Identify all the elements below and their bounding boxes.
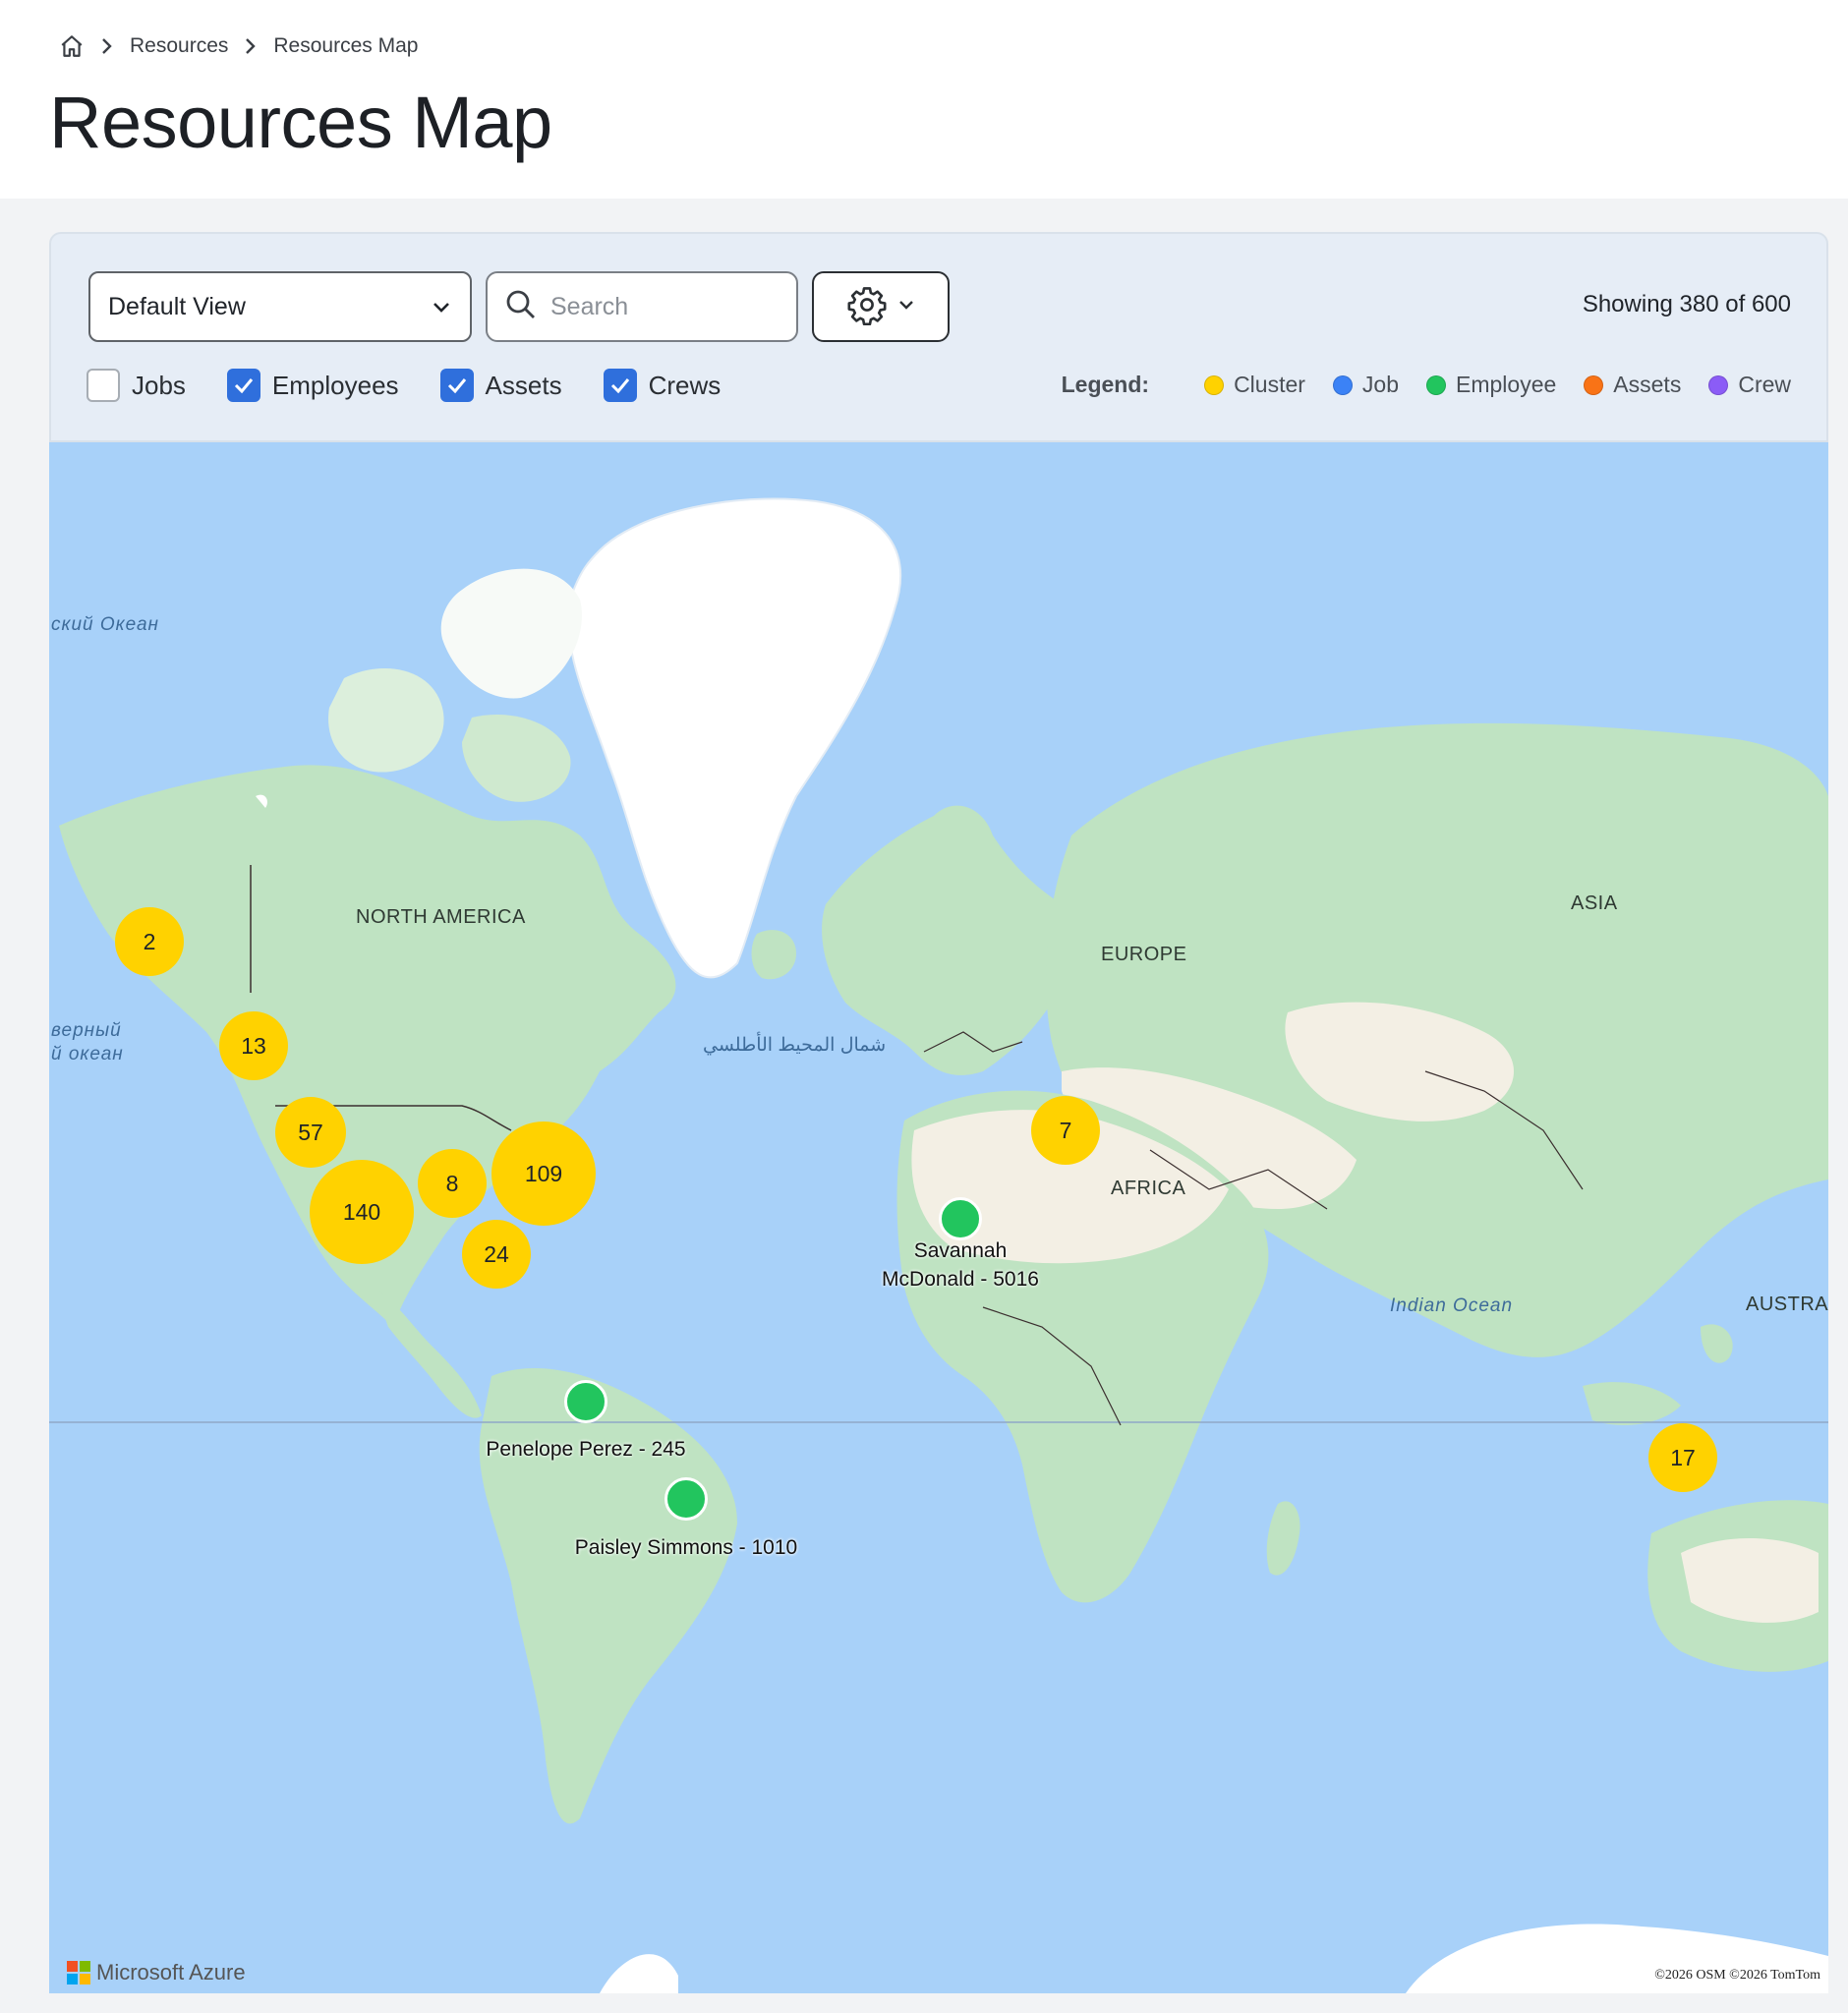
legend-item-assets: Assets xyxy=(1584,372,1681,398)
settings-menu-button[interactable] xyxy=(812,271,950,342)
filter-employees[interactable]: Employees xyxy=(226,369,399,402)
legend-item-cluster: Cluster xyxy=(1204,372,1305,398)
legend-label: Cluster xyxy=(1234,372,1305,397)
filter-assets[interactable]: Assets xyxy=(439,369,562,402)
home-icon[interactable] xyxy=(59,33,85,59)
assets-dot-icon xyxy=(1584,374,1604,395)
map-legend: Legend: Cluster Job Employee Assets Crew xyxy=(1062,372,1791,398)
filter-label: Crews xyxy=(648,370,722,400)
employee-marker[interactable] xyxy=(564,1380,607,1423)
breadcrumb-current: Resources Map xyxy=(273,34,419,57)
employee-marker[interactable] xyxy=(939,1197,982,1240)
region-label-europe: EUROPE xyxy=(1101,944,1187,965)
map-attribution[interactable]: ©2026 OSM ©2026 TomTom xyxy=(1654,1968,1820,1984)
checkbox-checked[interactable] xyxy=(226,369,260,402)
checkbox-unchecked[interactable] xyxy=(87,369,120,402)
legend-item-crew: Crew xyxy=(1708,372,1791,398)
filter-label: Employees xyxy=(271,370,399,400)
cluster-marker[interactable]: 24 xyxy=(462,1220,531,1289)
microsoft-logo-icon xyxy=(67,1961,90,1984)
ocean-label-atlantic: شمال المحيط الأطلسي xyxy=(703,1035,887,1056)
search-box xyxy=(486,271,798,342)
employee-label: Savannah McDonald - 5016 xyxy=(882,1237,1039,1294)
search-input[interactable] xyxy=(550,292,767,321)
chevron-down-icon xyxy=(897,298,915,316)
result-count: Showing 380 of 600 xyxy=(1582,291,1791,317)
employee-label-line: McDonald - 5016 xyxy=(882,1268,1039,1291)
filter-crews[interactable]: Crews xyxy=(603,369,722,402)
region-label-north-america: NORTH AMERICA xyxy=(356,906,526,928)
employee-marker[interactable] xyxy=(664,1477,708,1521)
cluster-marker[interactable]: 8 xyxy=(418,1149,487,1218)
filter-jobs[interactable]: Jobs xyxy=(87,369,186,402)
chevron-right-icon xyxy=(100,36,114,56)
filter-checkboxes: Jobs Employees Assets Crews xyxy=(87,366,762,405)
filter-label: Assets xyxy=(485,370,562,400)
microsoft-azure-logo: Microsoft Azure xyxy=(67,1960,246,1985)
filter-label: Jobs xyxy=(132,370,186,400)
cluster-marker[interactable]: 13 xyxy=(219,1011,288,1080)
cluster-marker[interactable]: 57 xyxy=(275,1097,346,1168)
ocean-label-pacific-1: верный xyxy=(51,1020,122,1041)
search-icon xyxy=(503,287,539,327)
checkbox-checked[interactable] xyxy=(603,369,637,402)
chevron-right-icon xyxy=(244,36,258,56)
legend-item-job: Job xyxy=(1332,372,1400,398)
region-label-asia: ASIA xyxy=(1571,892,1618,914)
cluster-marker[interactable]: 109 xyxy=(491,1122,596,1226)
breadcrumb-resources-link[interactable]: Resources xyxy=(130,34,228,58)
region-label-africa: AFRICA xyxy=(1111,1178,1186,1199)
cluster-marker[interactable]: 7 xyxy=(1031,1096,1100,1165)
world-map[interactable]: ский Океан верный й океан شمال المحيط ال… xyxy=(49,442,1828,1993)
view-select-value: Default View xyxy=(108,292,246,320)
cluster-dot-icon xyxy=(1204,374,1225,395)
ocean-label-pacific-2: й океан xyxy=(51,1044,124,1064)
legend-label: Crew xyxy=(1738,372,1791,397)
logo-text: Microsoft Azure xyxy=(96,1960,246,1984)
ocean-label-arctic: ский Океан xyxy=(51,614,160,635)
cluster-marker[interactable]: 17 xyxy=(1648,1423,1717,1492)
legend-label: Assets xyxy=(1613,372,1682,397)
breadcrumb: Resources Resources Map xyxy=(59,29,418,63)
employee-label-line: Savannah xyxy=(913,1239,1008,1262)
employee-label: Penelope Perez - 245 xyxy=(486,1438,686,1461)
legend-title: Legend: xyxy=(1061,372,1150,397)
cluster-marker[interactable]: 140 xyxy=(310,1160,414,1264)
view-select[interactable]: Default View xyxy=(88,271,472,342)
crew-dot-icon xyxy=(1708,374,1729,395)
cluster-marker[interactable]: 2 xyxy=(115,907,184,976)
legend-label: Job xyxy=(1361,372,1400,397)
job-dot-icon xyxy=(1332,374,1353,395)
ocean-label-indian: Indian Ocean xyxy=(1390,1295,1514,1316)
employee-dot-icon xyxy=(1426,374,1447,395)
employee-label: Paisley Simmons - 1010 xyxy=(574,1536,798,1559)
region-label-australia: AUSTRAL xyxy=(1746,1294,1828,1315)
map-toolbar: Default View Showing 380 of 600 Jobs Emp… xyxy=(49,232,1828,442)
checkbox-checked[interactable] xyxy=(439,369,474,402)
legend-label: Employee xyxy=(1456,372,1557,397)
gear-icon xyxy=(846,284,888,330)
chevron-down-icon xyxy=(431,293,452,321)
page-title: Resources Map xyxy=(49,82,552,163)
legend-item-employee: Employee xyxy=(1426,372,1556,398)
